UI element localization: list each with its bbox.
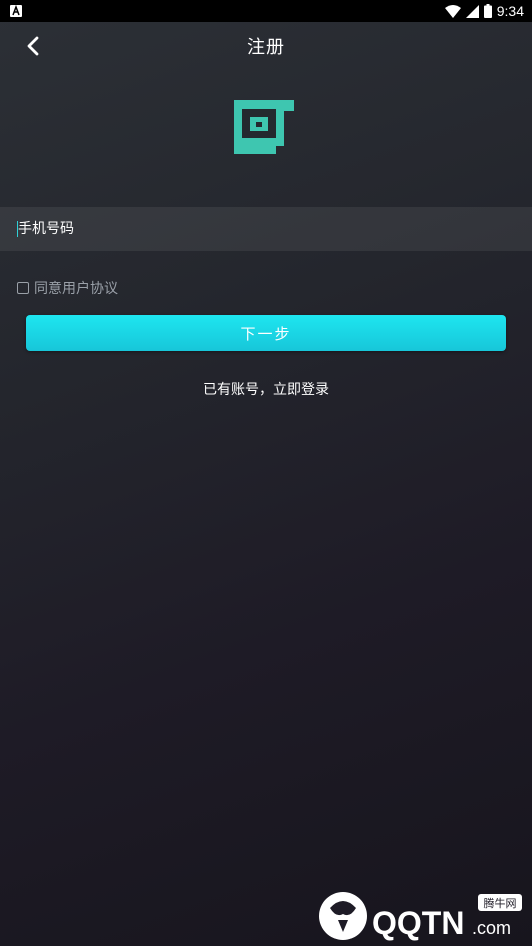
- page-title: 注册: [247, 37, 285, 58]
- battery-icon: [483, 4, 492, 18]
- agree-terms-label[interactable]: 同意用户协议: [34, 278, 118, 298]
- phone-number-input[interactable]: [18, 207, 508, 251]
- nav-bar: 注册: [0, 22, 532, 68]
- a-notification-icon: [10, 5, 22, 17]
- next-step-button[interactable]: 下一步: [26, 315, 506, 351]
- watermark-suffix: .com: [472, 918, 511, 938]
- phone-field-row: [0, 207, 532, 251]
- watermark-brand: QQTN: [372, 905, 464, 941]
- login-link[interactable]: 已有账号，立即登录: [0, 379, 532, 399]
- text-cursor: [17, 221, 18, 237]
- watermark-badge: 腾牛网: [484, 896, 517, 910]
- app-logo: [234, 100, 294, 154]
- agree-checkbox[interactable]: [17, 282, 29, 294]
- signal-icon: [465, 4, 479, 18]
- status-bar: 9:34: [0, 0, 532, 22]
- wifi-icon: [444, 4, 461, 18]
- status-time: 9:34: [496, 3, 524, 19]
- agree-terms-row[interactable]: 同意用户协议: [17, 279, 118, 297]
- qqtn-watermark: QQTN .com 腾牛网: [319, 892, 522, 941]
